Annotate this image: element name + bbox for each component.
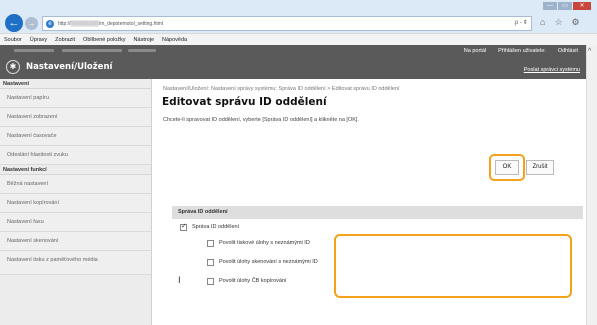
- menu-file[interactable]: Soubor: [4, 37, 22, 43]
- options-highlight-frame: [334, 234, 572, 298]
- menu-favorites[interactable]: Oblíbené položky: [83, 37, 126, 43]
- sidebar: Nastavení Nastavení papíru Nastavení zob…: [0, 79, 152, 325]
- menu-edit[interactable]: Úpravy: [30, 37, 47, 43]
- sidebar-section-functions: Nastavení funkcí: [0, 165, 151, 175]
- page-title: Editovat správu ID oddělení: [162, 96, 327, 108]
- sidebar-section-settings: Nastavení: [0, 79, 151, 89]
- toolbar-icons: ⌂ ☆ ⚙: [540, 17, 580, 28]
- sidebar-item-copy[interactable]: Nastavení kopírování: [0, 194, 151, 213]
- option-bw-copy-checkbox[interactable]: [207, 278, 214, 285]
- option-print-unknown-checkbox[interactable]: [207, 240, 214, 247]
- menu-help[interactable]: Nápověda: [162, 37, 187, 43]
- gear-icon[interactable]: ⚙: [572, 17, 580, 28]
- device-info-blurred: [62, 49, 122, 52]
- ie-logo-icon: e: [46, 20, 54, 28]
- menu-view[interactable]: Zobrazit: [55, 37, 75, 43]
- window-buttons: — ▭ ✕: [543, 2, 591, 10]
- back-arrow-icon[interactable]: ←: [5, 14, 23, 32]
- sidebar-item-volume[interactable]: Odeslání hlasitosti zvuku: [0, 146, 151, 165]
- close-window-button[interactable]: ✕: [573, 2, 591, 10]
- dept-id-management-row: Správa ID oddělení: [172, 219, 583, 235]
- vertical-scrollbar[interactable]: ^: [586, 45, 597, 325]
- sidebar-item-fax[interactable]: Nastavení faxu: [0, 213, 151, 232]
- instruction-text: Chcete-li spravovat ID oddělení, vyberte…: [163, 117, 359, 123]
- portal-link[interactable]: Na portál: [464, 48, 486, 54]
- section-header: Správa ID oddělení: [172, 206, 583, 219]
- send-to-admin-link[interactable]: Poslat správci systému: [524, 67, 580, 73]
- browser-chrome: — ▭ ✕ ← → e http://▒▒▒▒▒▒▒▒/m_depotemoto…: [0, 0, 597, 45]
- option-scan-unknown-label[interactable]: Povolit úlohy skenování s neznámými ID: [219, 259, 318, 265]
- dept-id-management-checkbox[interactable]: [180, 222, 187, 231]
- login-label: Přihlášen uživatele:: [498, 48, 546, 54]
- ok-button[interactable]: OK: [495, 160, 519, 175]
- option-print-unknown-label[interactable]: Povolit tiskové úlohy s neznámými ID: [219, 240, 310, 246]
- address-bar[interactable]: e http://▒▒▒▒▒▒▒▒/m_depotemotol_setting.…: [42, 16, 532, 31]
- option-scan-unknown-checkbox[interactable]: [207, 259, 214, 266]
- sidebar-item-timer[interactable]: Nastavení časovače: [0, 127, 151, 146]
- sidebar-item-common[interactable]: Běžná nastavení: [0, 175, 151, 194]
- maximize-button[interactable]: ▭: [558, 2, 572, 10]
- sidebar-item-memory-print[interactable]: Nastavení tisku z paměťového média: [0, 251, 151, 275]
- address-url[interactable]: http://▒▒▒▒▒▒▒▒/m_depotemotol_setting.ht…: [58, 21, 163, 27]
- menu-bar: Soubor Úpravy Zobrazit Oblíbené položky …: [0, 33, 597, 45]
- device-name-blurred: [14, 49, 54, 52]
- sidebar-item-paper[interactable]: Nastavení papíru: [0, 89, 151, 108]
- home-icon[interactable]: ⌂: [540, 17, 545, 28]
- app-header: Na portál Přihlášen uživatele: Odhlásit …: [0, 45, 586, 79]
- dept-id-management-label[interactable]: Správa ID oddělení: [192, 224, 239, 230]
- device-status-blurred: [128, 49, 156, 52]
- star-icon[interactable]: ☆: [554, 17, 562, 28]
- breadcrumb: Nastavení/Uložení: Nastavení správy syst…: [163, 86, 400, 92]
- settings-home-icon[interactable]: ✱: [6, 60, 20, 74]
- text-cursor-icon: I: [178, 276, 181, 286]
- page-heading: Nastavení/Uložení: [26, 62, 113, 72]
- sidebar-item-scan[interactable]: Nastavení skenování: [0, 232, 151, 251]
- minimize-button[interactable]: —: [543, 2, 557, 10]
- logout-link[interactable]: Odhlásit: [558, 48, 578, 54]
- option-bw-copy-label[interactable]: Povolit úlohy ČB kopírování: [219, 278, 287, 284]
- search-refresh-icons[interactable]: ρ - ¢: [515, 20, 527, 26]
- sidebar-item-display[interactable]: Nastavení zobrazení: [0, 108, 151, 127]
- scroll-up-icon[interactable]: ^: [588, 48, 591, 55]
- forward-arrow-icon[interactable]: →: [25, 17, 38, 30]
- menu-tools[interactable]: Nástroje: [134, 37, 154, 43]
- main-content: Nastavení/Uložení: Nastavení správy syst…: [158, 79, 583, 325]
- cancel-button[interactable]: Zrušit: [526, 160, 554, 175]
